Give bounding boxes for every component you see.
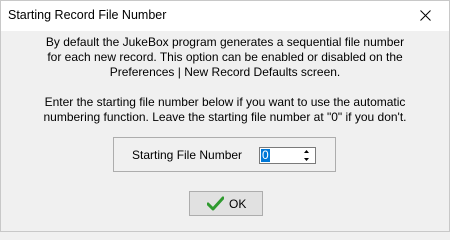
info-paragraph: By default the JukeBox program generates…	[1, 35, 449, 80]
instruction-line: Enter the starting file number below if …	[44, 95, 406, 109]
instruction-paragraph: Enter the starting file number below if …	[1, 95, 449, 125]
spin-down-button[interactable]	[300, 156, 314, 163]
starting-file-number-spinner[interactable]: 0	[259, 147, 316, 164]
starting-file-number-label: Starting File Number	[132, 148, 243, 162]
close-icon	[420, 10, 431, 21]
close-button[interactable]	[403, 1, 449, 31]
checkmark-icon	[207, 196, 224, 211]
info-line: Preferences | New Record Defaults screen…	[109, 65, 341, 79]
info-line: for each new record. This option can be …	[47, 50, 403, 64]
instruction-line: numbering function. Leave the starting f…	[43, 110, 407, 124]
spinner-buttons	[300, 148, 314, 163]
window-title: Starting Record File Number	[8, 8, 167, 22]
starting-file-number-value[interactable]: 0	[261, 149, 270, 162]
dialog-window: Starting Record File Number By default t…	[0, 0, 450, 232]
arrow-down-icon	[304, 158, 309, 161]
title-bar[interactable]: Starting Record File Number	[1, 1, 449, 31]
starting-number-group: Starting File Number 0	[113, 137, 336, 172]
info-line: By default the JukeBox program generates…	[45, 35, 405, 49]
arrow-up-icon	[304, 150, 309, 153]
ok-button[interactable]: OK	[189, 191, 263, 216]
spin-up-button[interactable]	[300, 148, 314, 155]
ok-button-label: OK	[229, 197, 247, 211]
